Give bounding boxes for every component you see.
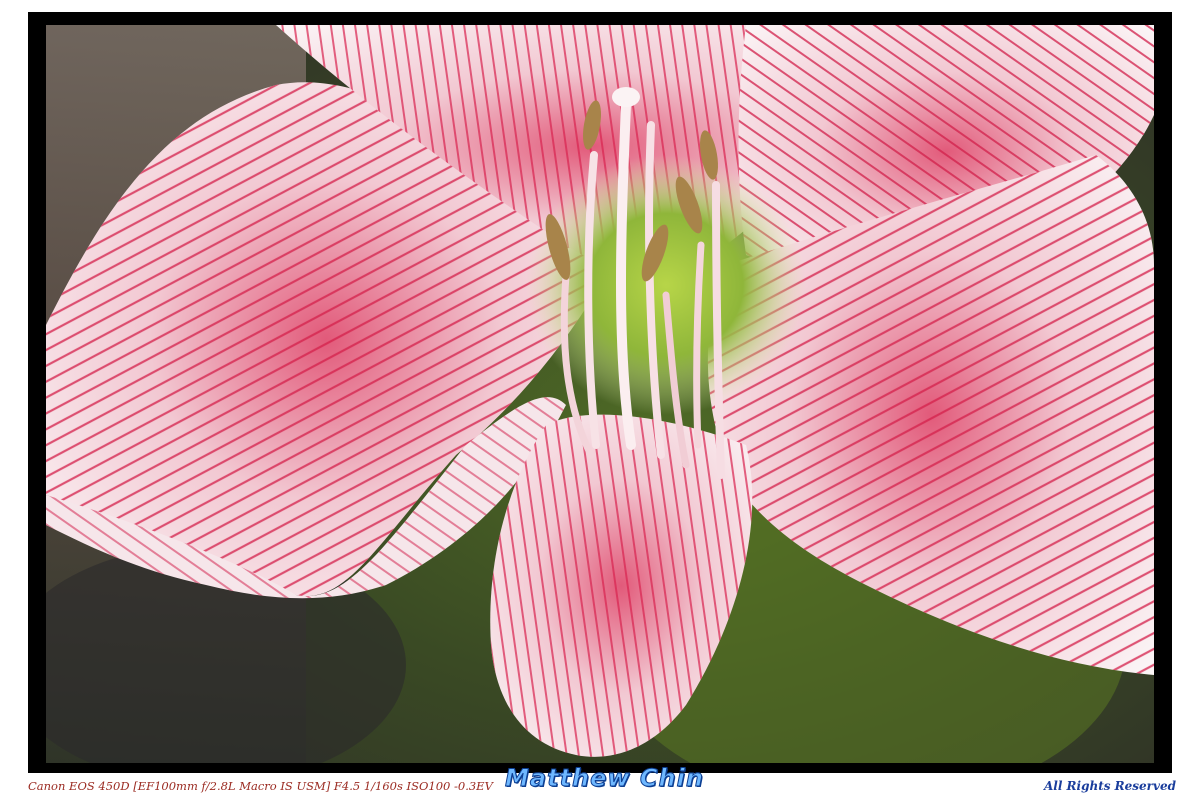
rights-notice: All Rights Reserved [1043, 779, 1176, 793]
flower-photo [46, 25, 1154, 763]
author-signature: Matthew Chin [505, 764, 704, 793]
exif-caption: Canon EOS 450D [EF100mm f/2.8L Macro IS … [28, 779, 493, 793]
